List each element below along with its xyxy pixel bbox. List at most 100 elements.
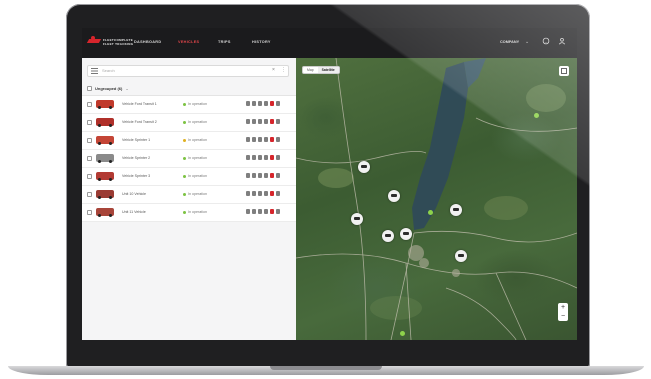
vehicle-marker[interactable]	[450, 204, 462, 216]
map-view[interactable]: Map Satellite + −	[296, 58, 577, 340]
edit-icon[interactable]	[264, 137, 268, 142]
search-input[interactable]: Search	[102, 68, 115, 73]
history-icon[interactable]	[276, 119, 280, 124]
nav-item-trips[interactable]: TRIPS	[218, 40, 231, 44]
history-icon[interactable]	[276, 101, 280, 106]
alert-icon[interactable]	[270, 101, 274, 106]
location-dot[interactable]	[428, 210, 433, 215]
row-checkbox[interactable]	[87, 174, 92, 179]
lock-icon[interactable]	[246, 137, 250, 142]
vehicle-name: Vehicle Sprinter 1	[122, 138, 151, 142]
camera-icon[interactable]	[252, 173, 256, 178]
lock-icon[interactable]	[246, 101, 250, 106]
list-item[interactable]: Unit 11 Vehicle In operation	[82, 204, 296, 222]
row-checkbox[interactable]	[87, 102, 92, 107]
edit-icon[interactable]	[264, 209, 268, 214]
company-selector[interactable]: COMPANY	[500, 40, 519, 44]
close-icon[interactable]: ×	[272, 67, 275, 73]
key-icon[interactable]	[258, 119, 262, 124]
chevron-down-icon[interactable]: ⌄	[525, 39, 529, 45]
lock-icon[interactable]	[246, 173, 250, 178]
more-icon[interactable]: ⋮	[281, 67, 286, 73]
history-icon[interactable]	[276, 191, 280, 196]
list-item[interactable]: Vehicle Sprinter 1 In operation	[82, 132, 296, 150]
camera-icon[interactable]	[252, 137, 256, 142]
lock-icon[interactable]	[246, 209, 250, 214]
nav-item-history[interactable]: HISTORY	[252, 40, 271, 44]
alert-icon[interactable]	[270, 155, 274, 160]
vehicle-list-panel: Search × ⋮ Ungrouped (6) ⌄ Vehicle Ford …	[82, 58, 296, 340]
alert-icon[interactable]	[270, 119, 274, 124]
row-checkbox[interactable]	[87, 120, 92, 125]
edit-icon[interactable]	[264, 101, 268, 106]
key-icon[interactable]	[258, 101, 262, 106]
search-bar[interactable]: Search × ⋮	[87, 65, 289, 77]
vehicle-marker[interactable]	[455, 250, 467, 262]
zoom-in-button[interactable]: +	[558, 303, 568, 312]
map-terrain	[296, 58, 577, 340]
vehicle-marker[interactable]	[358, 161, 370, 173]
key-icon[interactable]	[258, 209, 262, 214]
map-toggle-map[interactable]: Map	[303, 67, 318, 73]
group-checkbox[interactable]	[87, 85, 92, 91]
map-type-toggle: Map Satellite	[302, 66, 340, 74]
vehicle-name: Vehicle Sprinter 2	[122, 156, 151, 160]
row-actions	[246, 101, 280, 106]
key-icon[interactable]	[258, 155, 262, 160]
edit-icon[interactable]	[264, 155, 268, 160]
nav-item-vehicles[interactable]: VEHICLES	[178, 40, 199, 44]
list-item[interactable]: Vehicle Sprinter 2 In operation	[82, 150, 296, 168]
alert-icon[interactable]	[270, 173, 274, 178]
vehicle-marker[interactable]	[388, 190, 400, 202]
history-icon[interactable]	[276, 137, 280, 142]
history-icon[interactable]	[276, 173, 280, 178]
history-icon[interactable]	[276, 209, 280, 214]
help-icon[interactable]	[542, 37, 550, 45]
group-label: Ungrouped (6)	[95, 85, 123, 91]
vehicle-marker[interactable]	[400, 228, 412, 240]
list-item[interactable]: Vehicle Sprinter 3 In operation	[82, 168, 296, 186]
lock-icon[interactable]	[246, 119, 250, 124]
camera-icon[interactable]	[252, 119, 256, 124]
alert-icon[interactable]	[270, 137, 274, 142]
chevron-down-icon[interactable]: ⌄	[125, 86, 128, 91]
status-dot-icon	[183, 193, 186, 196]
app-logo[interactable]: FLEETCOMPLETE FLEET TRACKING	[88, 36, 133, 47]
row-checkbox[interactable]	[87, 210, 92, 215]
row-checkbox[interactable]	[87, 156, 92, 161]
vehicle-marker[interactable]	[351, 213, 363, 225]
list-item[interactable]: Vehicle Ford Transit 2 In operation	[82, 114, 296, 132]
vehicle-status: In operation	[188, 120, 207, 124]
location-dot[interactable]	[400, 331, 405, 336]
edit-icon[interactable]	[264, 191, 268, 196]
row-checkbox[interactable]	[87, 138, 92, 143]
location-dot[interactable]	[534, 113, 539, 118]
key-icon[interactable]	[258, 137, 262, 142]
list-item[interactable]: Vehicle Ford Transit 1 In operation	[82, 96, 296, 114]
key-icon[interactable]	[258, 191, 262, 196]
camera-icon[interactable]	[252, 191, 256, 196]
key-icon[interactable]	[258, 173, 262, 178]
vehicle-marker[interactable]	[382, 230, 394, 242]
camera-icon[interactable]	[252, 209, 256, 214]
camera-icon[interactable]	[252, 155, 256, 160]
lock-icon[interactable]	[246, 155, 250, 160]
history-icon[interactable]	[276, 155, 280, 160]
status-dot-icon	[183, 175, 186, 178]
group-header[interactable]: Ungrouped (6) ⌄	[87, 84, 129, 92]
fullscreen-icon[interactable]	[559, 66, 569, 76]
list-item[interactable]: Unit 10 Vehicle In operation	[82, 186, 296, 204]
alert-icon[interactable]	[270, 209, 274, 214]
row-checkbox[interactable]	[87, 192, 92, 197]
menu-icon[interactable]	[91, 68, 98, 74]
status-dot-icon	[183, 103, 186, 106]
map-toggle-satellite[interactable]: Satellite	[317, 67, 339, 73]
camera-icon[interactable]	[252, 101, 256, 106]
alert-icon[interactable]	[270, 191, 274, 196]
edit-icon[interactable]	[264, 119, 268, 124]
zoom-out-button[interactable]: −	[558, 312, 568, 321]
user-icon[interactable]	[558, 37, 566, 45]
lock-icon[interactable]	[246, 191, 250, 196]
nav-item-dashboard[interactable]: DASHBOARD	[134, 40, 161, 44]
edit-icon[interactable]	[264, 173, 268, 178]
